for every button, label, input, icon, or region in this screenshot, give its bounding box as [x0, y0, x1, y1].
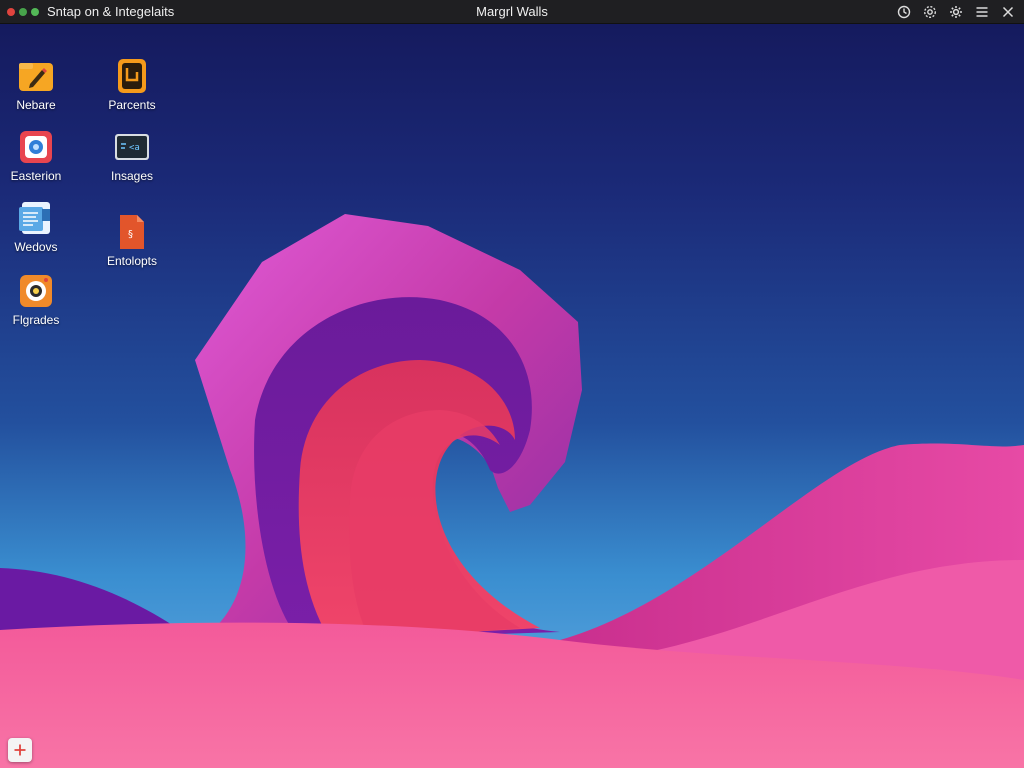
top-bar-icons	[896, 0, 1016, 24]
pdf-document-icon: §	[114, 214, 150, 250]
menu-icon[interactable]	[974, 4, 990, 20]
desktop-icon-label: Easterion	[10, 169, 62, 183]
close-icon[interactable]	[1000, 4, 1016, 20]
plus-icon	[14, 744, 26, 756]
camera-app-icon	[18, 273, 54, 309]
gear-icon[interactable]	[948, 4, 964, 20]
desktop-icon-label: Entolopts	[106, 254, 158, 268]
photo-app-icon	[18, 129, 54, 165]
top-bar: Sntap on & Integelaits Margrl Walls	[0, 0, 1024, 24]
add-button[interactable]	[8, 738, 32, 762]
desktop-icon-label: Wedovs	[14, 240, 58, 254]
desktop-icon-label: Insages	[110, 169, 154, 183]
desktop-icon-entolopts[interactable]: § Entolopts	[92, 214, 172, 268]
desktop-icon-insages[interactable]: <a Insages	[92, 129, 172, 183]
svg-text:<a: <a	[129, 143, 140, 153]
app-title[interactable]: Sntap on & Integelaits	[47, 4, 174, 19]
terminal-icon: <a	[114, 129, 150, 165]
clock-icon[interactable]	[896, 4, 912, 20]
maximize-window-button[interactable]	[31, 7, 39, 16]
desktop-icon-nebare[interactable]: Nebare	[0, 58, 76, 112]
close-window-button[interactable]	[7, 7, 15, 16]
pencil-folder-icon	[18, 58, 54, 94]
desktop-icon-easterion[interactable]: Easterion	[0, 129, 76, 183]
desktop: Sntap on & Integelaits Margrl Walls Neba…	[0, 0, 1024, 768]
settings-alt-icon[interactable]	[922, 4, 938, 20]
desktop-icon-label: Nebare	[16, 98, 56, 112]
text-document-icon	[18, 200, 54, 236]
desktop-icon-wedovs[interactable]: Wedovs	[0, 200, 76, 254]
wallpaper	[0, 214, 1024, 768]
window-controls	[7, 7, 39, 16]
svg-text:§: §	[128, 229, 133, 240]
document-icon	[114, 58, 150, 94]
desktop-icon-label: Parcents	[108, 98, 156, 112]
desktop-icon-flgrades[interactable]: Flgrades	[0, 273, 76, 327]
desktop-icon-parcents[interactable]: Parcents	[92, 58, 172, 112]
minimize-window-button[interactable]	[19, 7, 27, 16]
desktop-icon-label: Flgrades	[12, 313, 60, 327]
